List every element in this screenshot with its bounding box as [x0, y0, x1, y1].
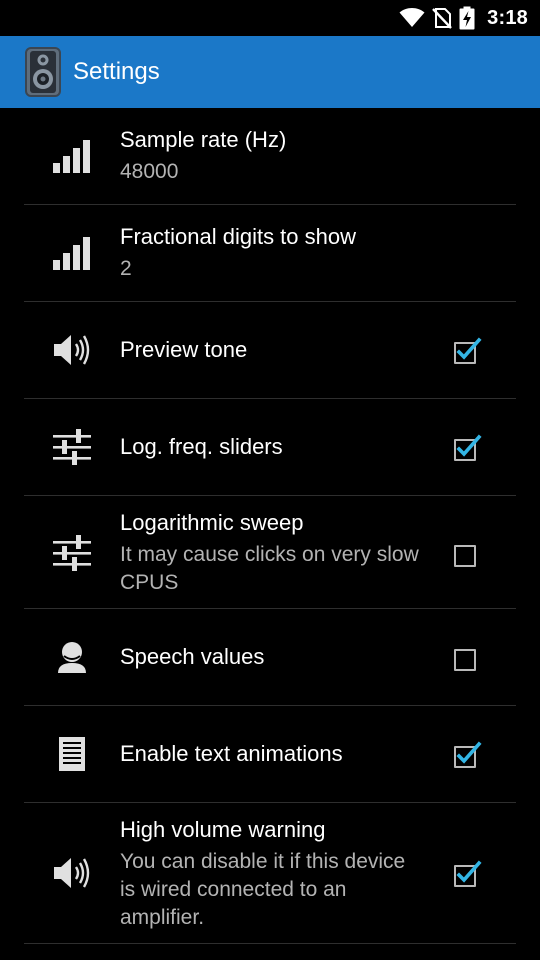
document-icon: [50, 732, 94, 776]
preview-tone-checkbox[interactable]: [453, 335, 483, 365]
page-title: Settings: [73, 58, 160, 85]
app-bar: Settings: [0, 36, 540, 108]
checkmark-icon: [456, 337, 482, 360]
setting-title: High volume warning: [120, 817, 326, 842]
setting-log-freq-sliders[interactable]: Log. freq. sliders: [0, 399, 540, 496]
setting-summary: 2: [120, 257, 132, 280]
battery-charging-icon: [459, 6, 475, 30]
checkmark-icon: [456, 741, 482, 764]
wifi-icon: [399, 8, 425, 27]
text-animations-checkbox[interactable]: [453, 739, 483, 769]
sliders-icon: [50, 425, 94, 469]
setting-title: Enable text animations: [120, 741, 343, 766]
setting-preview-tone[interactable]: Preview tone: [0, 302, 540, 399]
setting-title: Logarithmic sweep: [120, 510, 304, 535]
speaker-volume-icon: [50, 328, 94, 372]
person-icon: [50, 635, 94, 679]
setting-speech-values[interactable]: Speech values: [0, 609, 540, 706]
speaker-volume-icon: [50, 851, 94, 895]
log-freq-sliders-checkbox[interactable]: [453, 432, 483, 462]
setting-title: Log. freq. sliders: [120, 434, 283, 459]
setting-text-animations[interactable]: Enable text animations: [0, 706, 540, 803]
high-volume-warning-checkbox[interactable]: [453, 858, 483, 888]
signal-bars-icon: [50, 134, 94, 178]
speaker-app-icon: [25, 47, 61, 97]
setting-title: Fractional digits to show: [120, 224, 356, 249]
setting-title: Sample rate (Hz): [120, 127, 287, 152]
speech-values-checkbox[interactable]: [453, 642, 483, 672]
status-bar: 3:18: [0, 0, 540, 36]
checkmark-icon: [456, 860, 482, 883]
setting-sample-rate[interactable]: Sample rate (Hz) 48000: [0, 108, 540, 205]
logarithmic-sweep-checkbox[interactable]: [453, 538, 483, 568]
setting-title: Speech values: [120, 644, 265, 669]
divider: [24, 943, 516, 944]
sliders-icon: [50, 531, 94, 575]
clock: 3:18: [487, 6, 528, 29]
setting-summary: You can disable it if this device is wir…: [120, 850, 406, 929]
setting-fractional-digits[interactable]: Fractional digits to show 2: [0, 205, 540, 302]
setting-title: Preview tone: [120, 337, 248, 362]
no-sim-icon: [432, 8, 453, 29]
setting-high-volume-warning[interactable]: High volume warning You can disable it i…: [0, 803, 540, 944]
setting-logarithmic-sweep[interactable]: Logarithmic sweep It may cause clicks on…: [0, 496, 540, 609]
checkmark-icon: [456, 434, 482, 457]
signal-bars-icon: [50, 231, 94, 275]
status-icons: 3:18: [399, 0, 528, 36]
setting-summary: It may cause clicks on very slow CPUS: [120, 543, 419, 594]
setting-summary: 48000: [120, 160, 179, 183]
